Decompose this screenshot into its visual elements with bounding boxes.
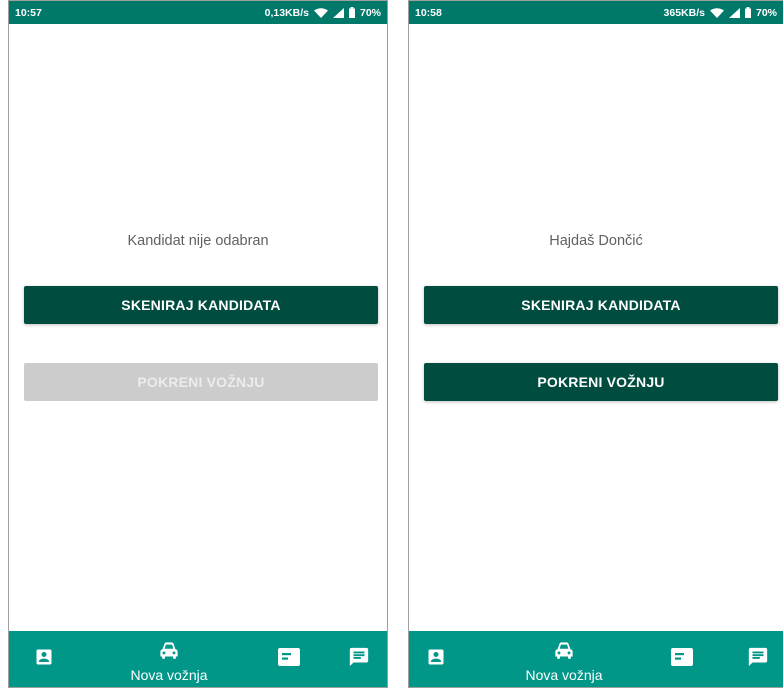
- start-drive-button: POKRENI VOŽNJU: [24, 363, 378, 401]
- battery-percent: 70%: [359, 6, 381, 19]
- nav-new-drive-label: Nova vožnja: [130, 667, 208, 683]
- wifi-icon: [313, 7, 328, 18]
- car-icon: [553, 635, 575, 666]
- start-drive-button[interactable]: POKRENI VOŽNJU: [424, 363, 778, 401]
- nav-card[interactable]: [274, 631, 304, 687]
- nav-messages[interactable]: [344, 631, 374, 687]
- signal-icon: [728, 7, 740, 18]
- nav-candidate-profile[interactable]: [421, 631, 451, 687]
- battery-percent: 70%: [755, 6, 777, 19]
- message-icon: [348, 646, 370, 673]
- status-bar: 10:58 365KB/s 70%: [409, 1, 783, 24]
- phone-screen-right: 10:58 365KB/s 70% Hajdaš Dončić SKENIRAJ…: [408, 0, 783, 688]
- card-icon: [278, 647, 300, 671]
- status-time: 10:58: [415, 6, 442, 19]
- account-box-icon: [426, 647, 446, 672]
- scan-candidate-button[interactable]: SKENIRAJ KANDIDATA: [24, 286, 378, 324]
- bottom-navigation: Nova vožnja: [409, 631, 783, 687]
- status-indicators: 0,13KB/s 70%: [265, 7, 381, 19]
- wifi-icon: [709, 7, 724, 18]
- nav-candidate-profile[interactable]: [29, 631, 59, 687]
- nav-messages[interactable]: [743, 631, 773, 687]
- battery-icon: [348, 7, 355, 18]
- status-time: 10:57: [15, 6, 42, 19]
- candidate-status-text: Kandidat nije odabran: [127, 233, 269, 249]
- message-icon: [747, 646, 769, 673]
- nav-new-drive-label: Nova vožnja: [525, 667, 603, 683]
- signal-icon: [332, 7, 344, 18]
- card-icon: [671, 647, 693, 671]
- candidate-name-text: Hajdaš Dončić: [549, 233, 643, 249]
- network-speed: 0,13KB/s: [264, 6, 309, 19]
- nav-new-drive[interactable]: Nova vožnja: [119, 631, 219, 687]
- nav-card[interactable]: [667, 631, 697, 687]
- nav-new-drive[interactable]: Nova vožnja: [514, 631, 614, 687]
- network-speed: 365KB/s: [663, 6, 705, 19]
- car-icon: [158, 635, 180, 666]
- account-box-icon: [34, 647, 54, 672]
- phone-screen-left: 10:57 0,13KB/s 70% Kandidat nije odabran…: [8, 0, 388, 688]
- status-indicators: 365KB/s 70%: [664, 7, 777, 19]
- bottom-navigation: Nova vožnja: [9, 631, 387, 687]
- battery-icon: [744, 7, 751, 18]
- scan-candidate-button[interactable]: SKENIRAJ KANDIDATA: [424, 286, 778, 324]
- status-bar: 10:57 0,13KB/s 70%: [9, 1, 387, 24]
